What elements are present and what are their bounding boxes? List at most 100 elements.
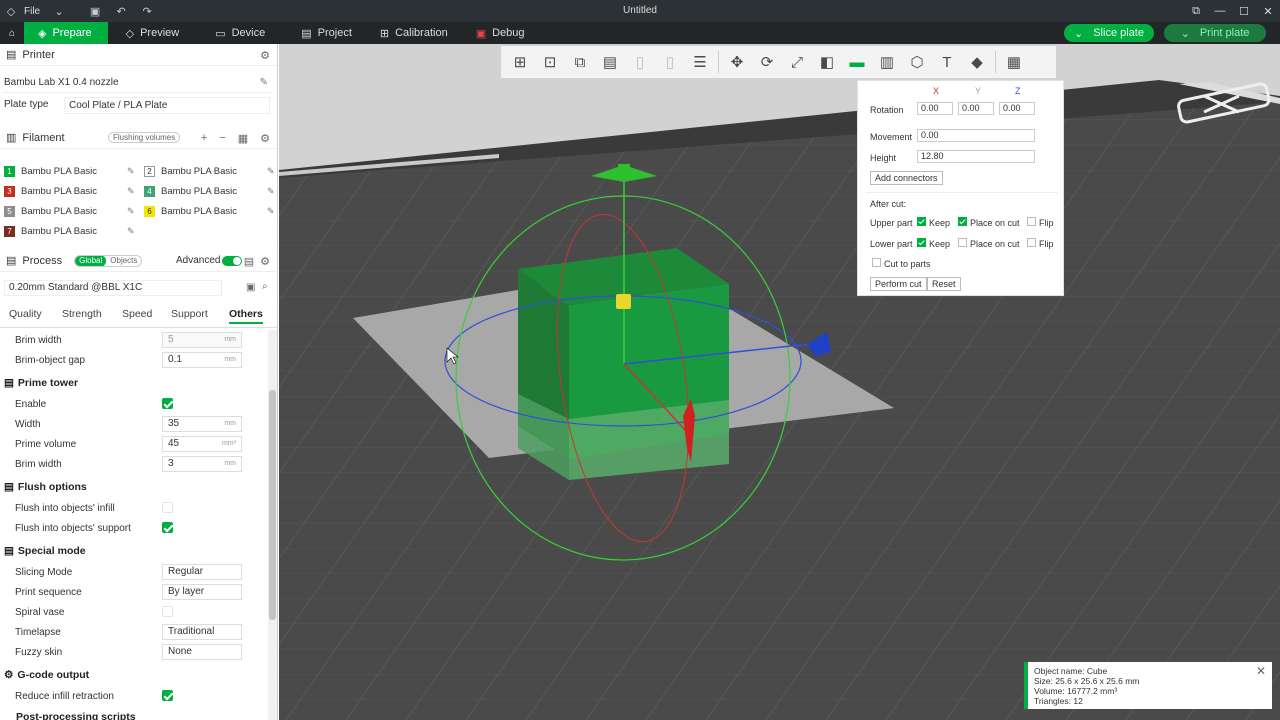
- rotate-icon[interactable]: ⟳: [752, 47, 782, 77]
- remove-filament-icon[interactable]: −: [219, 132, 225, 145]
- filament-slot-2[interactable]: 2 Bambu PLA Basic ✎: [144, 161, 275, 181]
- tab-device[interactable]: ▭ Device: [201, 22, 279, 44]
- color-paint-icon[interactable]: ◆: [962, 47, 992, 77]
- tab-support[interactable]: Support: [171, 308, 208, 320]
- brim-gap-input[interactable]: 0.1 mm: [162, 352, 242, 368]
- brim-width-input[interactable]: 5 mm: [162, 332, 242, 348]
- arrange-icon[interactable]: ▤: [595, 47, 625, 77]
- undo-icon[interactable]: ↶: [110, 0, 132, 22]
- slice-plate-button[interactable]: ⌄ Slice plate: [1064, 24, 1154, 42]
- filament-color-swatch[interactable]: 6: [144, 205, 155, 217]
- tab-speed[interactable]: Speed: [122, 308, 152, 320]
- slicing-mode-select[interactable]: Regular: [162, 564, 242, 580]
- lower-flip-checkbox[interactable]: [1027, 238, 1036, 247]
- height-input[interactable]: 12.80: [917, 150, 1035, 163]
- dropdown-icon[interactable]: ⌄: [1181, 27, 1190, 40]
- print-plate-button[interactable]: ⌄ Print plate: [1164, 24, 1266, 42]
- upper-place-on-cut-checkbox[interactable]: [958, 217, 967, 226]
- movement-input[interactable]: 0.00: [917, 129, 1035, 142]
- dropdown-icon[interactable]: ⌄: [1074, 27, 1083, 40]
- tab-strength[interactable]: Strength: [62, 308, 102, 320]
- maximize-icon[interactable]: ☐: [1232, 0, 1256, 22]
- assembly-view-icon[interactable]: ▦: [999, 47, 1029, 77]
- enable-checkbox[interactable]: [162, 398, 173, 409]
- tab-prepare[interactable]: ◈ Prepare: [24, 22, 108, 44]
- file-menu[interactable]: File: [24, 6, 40, 17]
- paste-icon[interactable]: ▯: [655, 47, 685, 77]
- edit-icon[interactable]: ✎: [127, 226, 135, 237]
- lower-place-on-cut-checkbox[interactable]: [958, 238, 967, 247]
- cut-icon[interactable]: ▬: [842, 47, 872, 77]
- process-preset-select[interactable]: 0.20mm Standard @BBL X1C: [4, 280, 222, 296]
- filament-settings-icon[interactable]: ⚙: [260, 132, 270, 145]
- seam-paint-icon[interactable]: ⬡: [902, 47, 932, 77]
- upper-flip-checkbox[interactable]: [1027, 217, 1036, 226]
- move-icon[interactable]: ✥: [722, 47, 752, 77]
- minimize-icon[interactable]: —: [1208, 0, 1232, 22]
- tab-others[interactable]: Others: [229, 308, 263, 324]
- edit-icon[interactable]: ✎: [267, 206, 275, 217]
- global-objects-switch[interactable]: Global Objects: [74, 254, 143, 267]
- search-icon[interactable]: ⌕: [262, 281, 268, 292]
- reduce-retraction-checkbox[interactable]: [162, 690, 173, 701]
- rotation-z-input[interactable]: 0.00: [999, 102, 1035, 115]
- scrollbar-thumb[interactable]: [269, 390, 276, 620]
- scale-icon[interactable]: ⤢: [782, 47, 812, 77]
- filament-color-swatch[interactable]: 3: [4, 185, 15, 197]
- add-connectors-button[interactable]: Add connectors: [870, 171, 943, 185]
- layers-icon[interactable]: ☰: [685, 47, 715, 77]
- filament-slot-7[interactable]: 7 Bambu PLA Basic ✎: [4, 221, 135, 241]
- 3d-viewport[interactable]: [279, 44, 1280, 720]
- filament-color-swatch[interactable]: 5: [4, 205, 15, 217]
- timelapse-select[interactable]: Traditional: [162, 624, 242, 640]
- tower-brim-width-input[interactable]: 3 mm: [162, 456, 242, 472]
- print-sequence-select[interactable]: By layer: [162, 584, 242, 600]
- add-filament-icon[interactable]: +: [201, 132, 207, 145]
- redo-icon[interactable]: ↷: [136, 0, 158, 22]
- spiral-vase-checkbox[interactable]: [162, 606, 173, 617]
- tab-project[interactable]: ▤ Project: [287, 22, 366, 44]
- edit-icon[interactable]: ✎: [267, 166, 275, 177]
- filament-color-swatch[interactable]: 4: [144, 185, 155, 197]
- tab-debug[interactable]: ▣ Debug: [462, 22, 539, 44]
- process-settings-icon[interactable]: ⚙: [260, 255, 270, 268]
- filament-slot-1[interactable]: 1 Bambu PLA Basic ✎: [4, 161, 135, 181]
- lay-on-face-icon[interactable]: ◧: [812, 47, 842, 77]
- fuzzy-skin-select[interactable]: None: [162, 644, 242, 660]
- sidebar-scrollbar[interactable]: [268, 330, 277, 720]
- compare-icon[interactable]: ▤: [244, 255, 254, 268]
- prime-volume-input[interactable]: 45 mm³: [162, 436, 242, 452]
- flush-support-checkbox[interactable]: [162, 522, 173, 533]
- filament-color-swatch[interactable]: 7: [4, 225, 15, 237]
- rotation-y-input[interactable]: 0.00: [958, 102, 994, 115]
- save-icon[interactable]: ▣: [84, 0, 106, 22]
- perform-cut-button[interactable]: Perform cut: [870, 277, 927, 291]
- cut-to-parts-checkbox[interactable]: [872, 258, 881, 267]
- upper-keep-checkbox[interactable]: [917, 217, 926, 226]
- filament-slot-6[interactable]: 6 Bambu PLA Basic ✎: [144, 201, 275, 221]
- filament-color-swatch[interactable]: 1: [4, 165, 15, 177]
- edit-icon[interactable]: ✎: [267, 186, 275, 197]
- tab-quality[interactable]: Quality: [9, 308, 42, 320]
- edit-icon[interactable]: ✎: [127, 186, 135, 197]
- auto-orient-icon[interactable]: ⧉: [565, 47, 595, 77]
- copy-icon[interactable]: ▯: [625, 47, 655, 77]
- edit-icon[interactable]: ✎: [127, 206, 135, 217]
- add-plate-icon[interactable]: ⊡: [535, 47, 565, 77]
- external-window-icon[interactable]: ⧉: [1184, 0, 1208, 22]
- printer-select[interactable]: Bambu Lab X1 0.4 nozzle ✎: [4, 77, 272, 93]
- text-icon[interactable]: T: [932, 47, 962, 77]
- build-plate-scene[interactable]: [279, 44, 1280, 720]
- plate-type-select[interactable]: Cool Plate / PLA Plate: [64, 97, 270, 114]
- tab-calibration[interactable]: ⊞ Calibration: [366, 22, 462, 44]
- lower-keep-checkbox[interactable]: [917, 238, 926, 247]
- reset-button[interactable]: Reset: [927, 277, 961, 291]
- close-icon[interactable]: ✕: [1256, 0, 1280, 22]
- flushing-volumes-button[interactable]: Flushing volumes: [108, 132, 181, 143]
- tab-preview[interactable]: ◇ Preview: [112, 22, 194, 44]
- edit-icon[interactable]: ✎: [127, 166, 135, 177]
- support-paint-icon[interactable]: ▥: [872, 47, 902, 77]
- home-icon[interactable]: ⌂: [0, 22, 24, 44]
- save-preset-icon[interactable]: ▣: [246, 282, 255, 293]
- filament-slot-4[interactable]: 4 Bambu PLA Basic ✎: [144, 181, 275, 201]
